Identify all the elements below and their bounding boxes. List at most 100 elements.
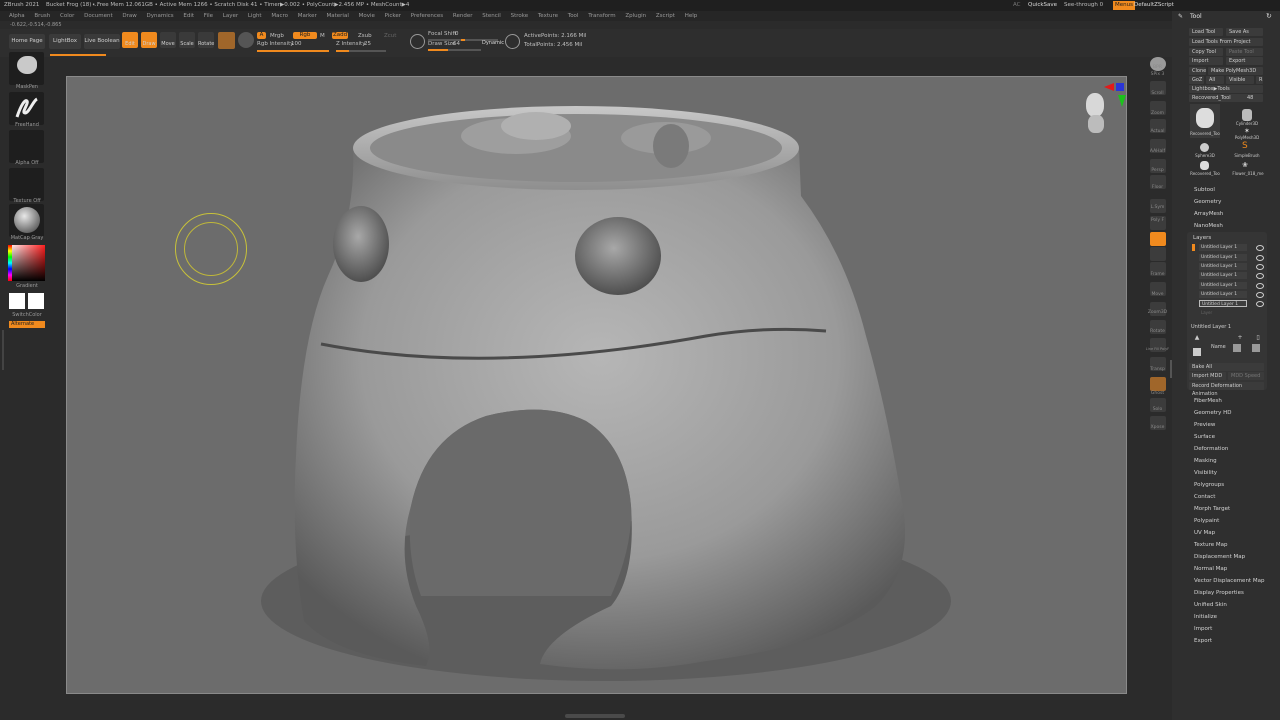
mdd-speed-slider[interactable]: MDD Speed xyxy=(1228,372,1264,380)
layer-row-7[interactable]: Untitled Layer 1 xyxy=(1199,300,1247,307)
m-button[interactable]: M xyxy=(320,33,325,39)
all-button[interactable]: All xyxy=(1206,76,1224,84)
layer-row-1[interactable]: Untitled Layer 1 xyxy=(1199,244,1247,251)
menu-preferences[interactable]: Preferences xyxy=(411,13,443,19)
brush-thumbnail[interactable] xyxy=(9,52,44,85)
layer-row-6[interactable]: Untitled Layer 1 xyxy=(1199,291,1247,298)
menu-material[interactable]: Material xyxy=(327,13,349,19)
mrgb-button[interactable]: Mrgb xyxy=(270,33,284,39)
section-displacement-map[interactable]: Displacement Map xyxy=(1194,554,1245,560)
menu-stencil[interactable]: Stencil xyxy=(482,13,501,19)
draw-size-slider[interactable]: Draw Size 64 xyxy=(428,41,483,51)
menu-zplugin[interactable]: Zplugin xyxy=(625,13,646,19)
menu-edit[interactable]: Edit xyxy=(183,13,194,19)
layer-3-eye-icon[interactable] xyxy=(1256,264,1264,270)
menu-zscript[interactable]: Zscript xyxy=(656,13,675,19)
zcut-button[interactable]: Zcut xyxy=(384,33,396,39)
stroke-sphere-icon[interactable] xyxy=(238,32,254,48)
lightbox-tools-button[interactable]: Lightbox▶Tools xyxy=(1189,85,1263,93)
layer-merge-icon[interactable] xyxy=(1252,344,1260,352)
move-button[interactable]: Move xyxy=(160,32,176,48)
load-tool-button[interactable]: Load Tool xyxy=(1189,28,1223,36)
ghost-button[interactable] xyxy=(1150,377,1166,391)
alpha-thumbnail[interactable] xyxy=(9,130,44,163)
layer-copy-icon[interactable] xyxy=(1233,344,1241,352)
visible-button[interactable]: Visible xyxy=(1226,76,1254,84)
menu-alpha[interactable]: Alpha xyxy=(9,13,25,19)
section-visibility[interactable]: Visibility xyxy=(1194,470,1217,476)
menu-help[interactable]: Help xyxy=(685,13,698,19)
section-geometry[interactable]: Geometry xyxy=(1194,199,1221,205)
menu-texture[interactable]: Texture xyxy=(538,13,558,19)
make-polymesh3d-button[interactable]: Make PolyMesh3D xyxy=(1208,67,1263,75)
layer-name-button[interactable]: Name xyxy=(1211,344,1226,350)
section-export[interactable]: Export xyxy=(1194,638,1212,644)
layer-row-3[interactable]: Untitled Layer 1 xyxy=(1199,263,1247,270)
alternate-button[interactable]: Alternate xyxy=(9,321,45,328)
menu-picker[interactable]: Picker xyxy=(385,13,401,19)
color-picker[interactable] xyxy=(8,245,45,281)
menu-file[interactable]: File xyxy=(204,13,213,19)
hue-strip[interactable] xyxy=(8,245,12,281)
section-geometry-hd[interactable]: Geometry HD xyxy=(1194,410,1232,416)
draw-button[interactable]: Draw xyxy=(141,32,157,48)
layer-4-eye-icon[interactable] xyxy=(1256,273,1264,279)
palette-refresh-icon[interactable]: ↻ xyxy=(1266,12,1272,20)
menu-marker[interactable]: Marker xyxy=(298,13,317,19)
z-intensity-slider[interactable]: Z Intensity 25 xyxy=(336,41,388,52)
import-button[interactable]: Import xyxy=(1189,57,1223,65)
menu-render[interactable]: Render xyxy=(453,13,473,19)
layer-record-indicator[interactable] xyxy=(1192,244,1195,251)
load-tools-from-project-button[interactable]: Load Tools From Project xyxy=(1189,38,1263,46)
import-mdd-button[interactable]: Import MDD xyxy=(1189,372,1226,380)
save-as-button[interactable]: Save As xyxy=(1226,28,1263,36)
section-contact[interactable]: Contact xyxy=(1194,494,1215,500)
zsub-button[interactable]: Zsub xyxy=(358,33,372,39)
menu-light[interactable]: Light xyxy=(248,13,262,19)
layer-5-eye-icon[interactable] xyxy=(1256,283,1264,289)
menu-tool[interactable]: Tool xyxy=(568,13,579,19)
quicksave-button[interactable]: QuickSave xyxy=(1028,0,1057,11)
paste-tool-button[interactable]: Paste Tool xyxy=(1226,48,1263,56)
gizmo-toggle-button[interactable] xyxy=(1150,232,1166,246)
layer-1-eye-icon[interactable] xyxy=(1256,245,1264,251)
layer-add-icon[interactable]: + xyxy=(1234,334,1246,342)
section-arraymesh[interactable]: ArrayMesh xyxy=(1194,211,1223,217)
r-button[interactable]: R xyxy=(1256,76,1263,84)
live-boolean-button[interactable]: Live Boolean xyxy=(84,34,120,49)
see-through-slider[interactable]: See-through 0 xyxy=(1064,0,1108,11)
texture-thumbnail[interactable] xyxy=(9,168,44,201)
menu-stroke[interactable]: Stroke xyxy=(511,13,529,19)
layer-7-eye-icon[interactable] xyxy=(1256,301,1264,307)
gradient-label[interactable]: Gradient xyxy=(4,283,50,289)
menu-transform[interactable]: Transform xyxy=(588,13,615,19)
section-unified-skin[interactable]: Unified Skin xyxy=(1194,602,1227,608)
section-masking[interactable]: Masking xyxy=(1194,458,1217,464)
layer-delete-icon[interactable] xyxy=(1193,348,1201,356)
menu-dynamics[interactable]: Dynamics xyxy=(147,13,174,19)
section-preview[interactable]: Preview xyxy=(1194,422,1215,428)
section-initialize[interactable]: Initialize xyxy=(1194,614,1217,620)
layer-row-2[interactable]: Untitled Layer 1 xyxy=(1199,254,1247,261)
layer-row-4[interactable]: Untitled Layer 1 xyxy=(1199,272,1247,279)
export-button[interactable]: Export xyxy=(1226,57,1263,65)
tool-thumb-sphere3d[interactable]: Sphere3D xyxy=(1190,143,1220,161)
tool-thumb-recovered-2[interactable]: Recovered_Too xyxy=(1190,161,1220,179)
menu-draw[interactable]: Draw xyxy=(122,13,136,19)
bake-all-button[interactable]: Bake All xyxy=(1189,363,1264,371)
dynamic-button[interactable]: Dynamic xyxy=(482,40,504,46)
section-polypaint[interactable]: Polypaint xyxy=(1194,518,1219,524)
menu-document[interactable]: Document xyxy=(84,13,113,19)
menu-movie[interactable]: Movie xyxy=(359,13,375,19)
material-thumbnail[interactable] xyxy=(9,204,44,237)
main-color-swatch[interactable] xyxy=(9,293,25,309)
tool-thumb-simplebrush[interactable]: S SimpleBrush xyxy=(1230,141,1264,161)
current-layer-slider[interactable]: Untitled Layer 1 xyxy=(1191,324,1261,332)
section-normal-map[interactable]: Normal Map xyxy=(1194,566,1227,572)
section-display-properties[interactable]: Display Properties xyxy=(1194,590,1244,596)
record-deformation-button[interactable]: Record Deformation Animation xyxy=(1189,382,1264,397)
right-tray-handle[interactable] xyxy=(1170,360,1172,378)
goz-button[interactable]: GoZ xyxy=(1189,76,1204,84)
section-texture-map[interactable]: Texture Map xyxy=(1194,542,1228,548)
left-tray-handle[interactable] xyxy=(2,330,4,370)
